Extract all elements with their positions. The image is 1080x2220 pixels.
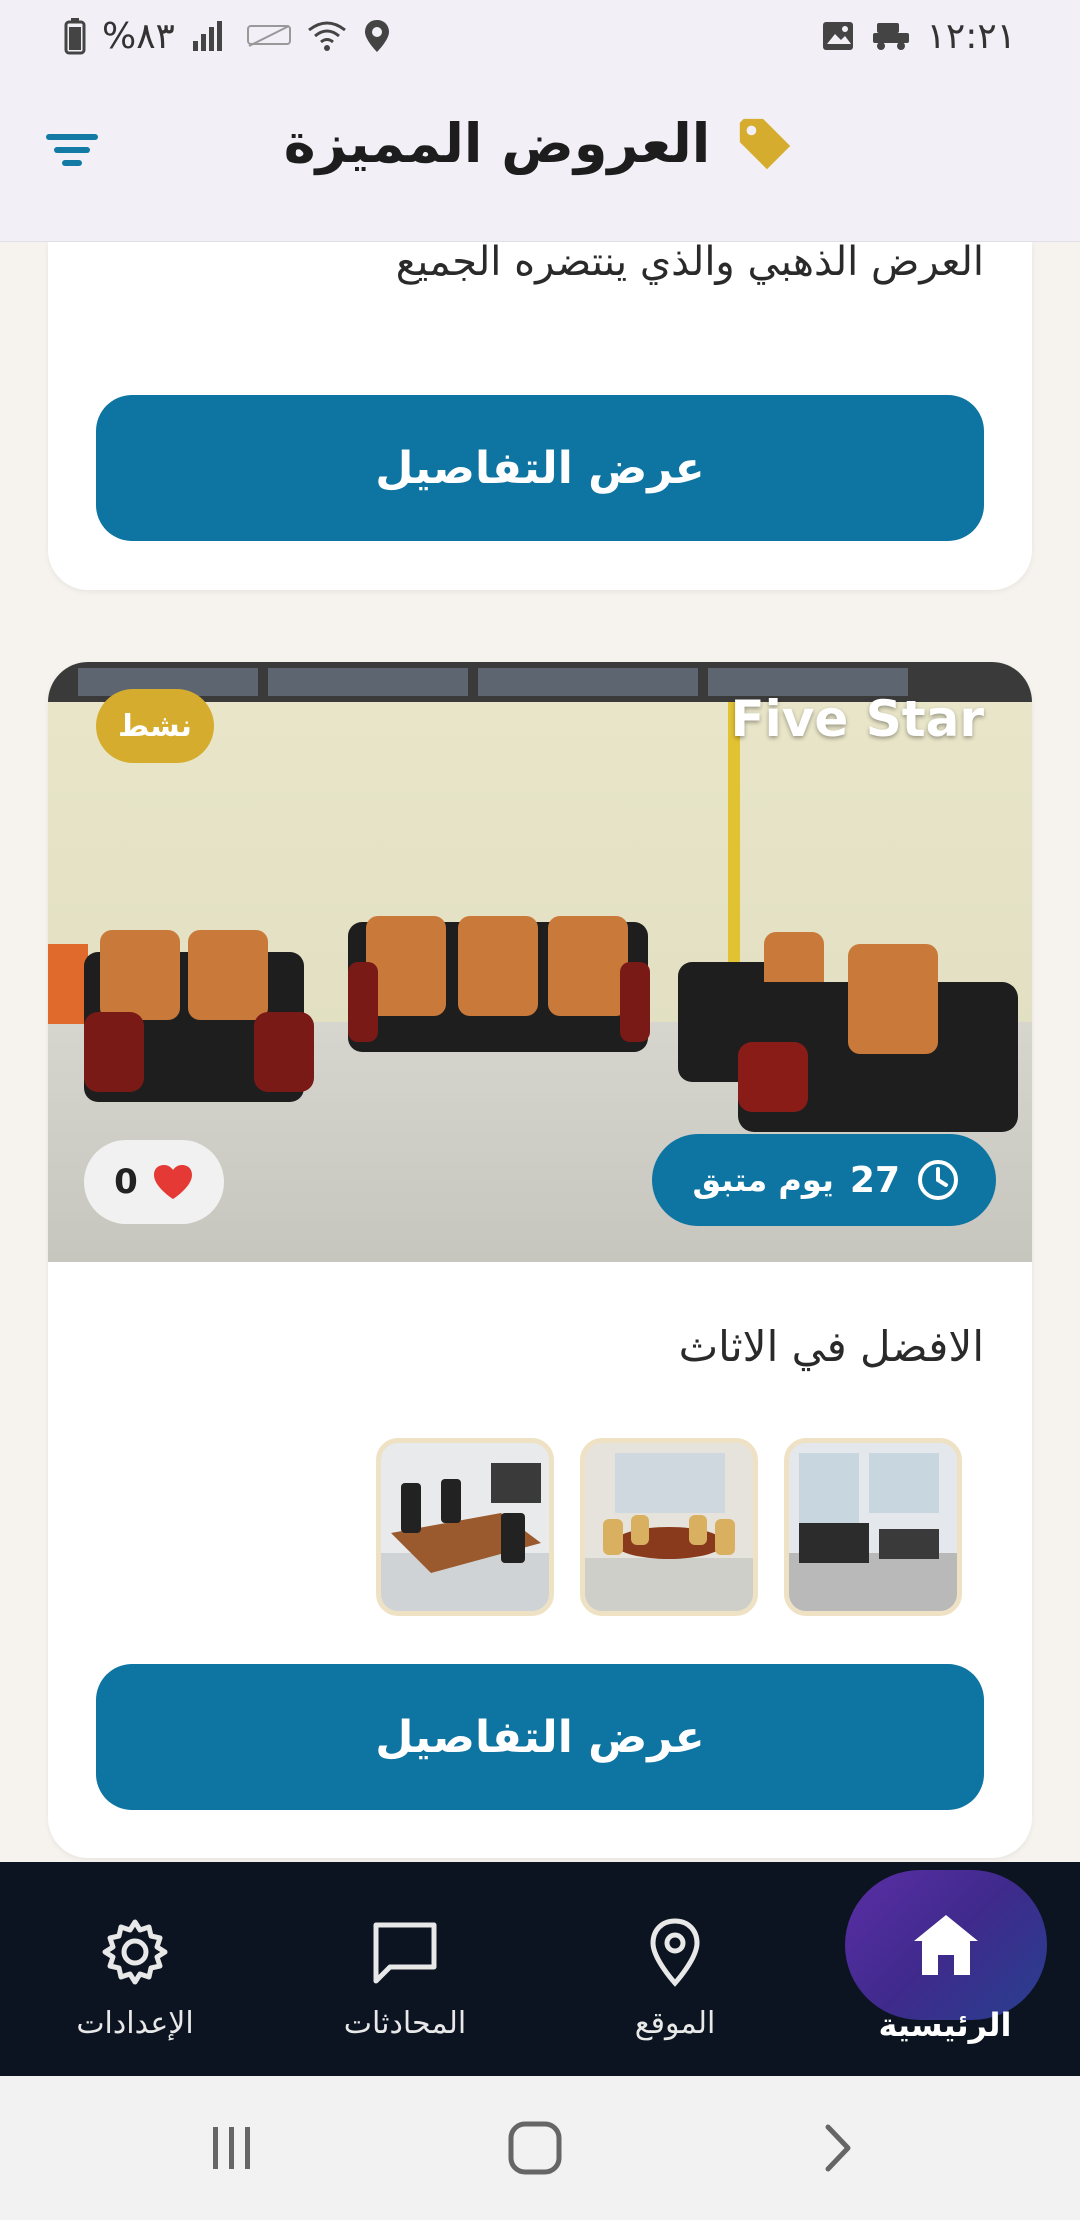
nav-label: الرئيسية [878,2006,1012,2044]
nav-item-settings[interactable]: الإعدادات [0,1862,270,2076]
chat-icon [365,1912,445,1992]
wifi-icon [307,18,347,54]
app-bar: العروض المميزة [0,72,1080,242]
status-bar: %٨٣ ١٢:٢١ [0,0,1080,72]
nav-label: الإعدادات [76,2006,194,2041]
nav-item-chats[interactable]: المحادثات [270,1862,540,2076]
nav-item-location[interactable]: الموقع [540,1862,810,2076]
system-navigation-bar [0,2076,1080,2220]
signal-icon [191,19,231,53]
days-remaining-badge: 27 يوم متبق [652,1134,996,1226]
clock-icon [918,1160,958,1200]
home-system-button[interactable] [495,2116,575,2180]
heart-icon [153,1165,192,1199]
clock: ١٢:٢١ [926,15,1016,57]
tag-icon [740,118,791,169]
location-status-icon [363,18,391,54]
location-icon [635,1912,715,1992]
page-title-group: العروض المميزة [0,112,1080,175]
battery-icon [64,17,86,55]
status-bar-right: ١٢:٢١ [821,16,1016,57]
offer-description: الافضل في الاثاث [678,1322,984,1371]
back-button[interactable] [798,2116,878,2180]
gear-icon [95,1912,175,1992]
gallery-thumbnails [376,1438,962,1616]
home-system-icon [508,2121,562,2175]
days-remaining-count: 27 [849,1159,900,1201]
nav-item-home[interactable]: الرئيسية [810,1862,1080,2076]
likes-count: 0 [114,1162,138,1202]
offer-description: العرض الذهبي والذي ينتضره الجميع [395,239,984,285]
status-bar-left: %٨٣ [64,16,391,57]
view-details-button[interactable]: عرض التفاصيل [96,1664,984,1810]
offer-card: العرض الذهبي والذي ينتضره الجميع عرض الت… [48,242,1032,590]
status-badge: نشط [96,689,214,763]
like-button[interactable]: 0 [84,1140,224,1224]
store-name: Five Star [730,690,984,748]
view-details-button[interactable]: عرض التفاصيل [96,395,984,541]
gallery-thumbnail[interactable] [784,1438,962,1616]
days-remaining-label: يوم متبق [692,1161,834,1199]
gallery-thumbnail[interactable] [376,1438,554,1616]
offer-image[interactable]: نشط Five Star 27 يوم متبق 0 [48,662,1032,1262]
page-title: العروض المميزة [283,112,711,175]
gallery-thumbnail[interactable] [580,1438,758,1616]
no-4g-icon [246,24,291,48]
battery-level: %٨٣ [102,15,175,57]
bottom-navigation: الرئيسية الموقع المحادثات الإعدادات [0,1862,1080,2076]
image-notification-icon [821,20,855,52]
chevron-right-icon [825,2124,851,2172]
recent-apps-button[interactable] [192,2116,272,2180]
nav-label: المحادثات [343,2006,467,2041]
offer-card: نشط Five Star 27 يوم متبق 0 الافضل في ال… [48,662,1032,1858]
nav-label: الموقع [634,2006,716,2041]
recent-apps-icon [213,2127,250,2169]
app-notification-icon [871,21,911,51]
